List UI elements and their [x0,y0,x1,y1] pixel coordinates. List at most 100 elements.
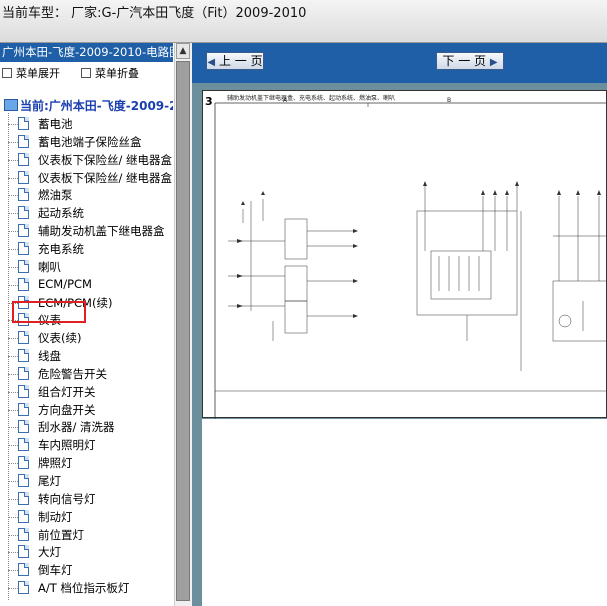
tree-item[interactable]: 倒车灯 [0,561,173,579]
tree-connector [8,445,18,447]
tree-item-label: 线盘 [38,349,61,364]
tree-item[interactable]: A/T 档位指示板灯 [0,579,173,597]
tree-item-label: 仪表板下保险丝/ 继电器盒(2) [38,170,173,185]
tree-connector [8,124,18,125]
tree-item[interactable]: 危险警告开关 [0,365,173,383]
tree-root-label: 当前:广州本田-飞度-2009-2010 [20,99,173,113]
tree-connector [8,391,18,393]
tree-item[interactable]: 起动系统 [0,204,173,222]
wiring-diagram-sheet: 3 辅助发动机盖下继电器盒、充电系统、起动系统、燃油泵、喇叭 A B [202,90,607,419]
wiring-diagram-graphic [214,102,607,419]
tree-item-label: 辅助发动机盖下继电器盒 [38,224,165,239]
scroll-thumb[interactable] [176,61,190,601]
document-icon [18,456,29,470]
tree-item[interactable]: 大灯 [0,543,173,561]
tree-connector [8,141,18,143]
tree-item-label: 车内照明灯 [38,438,96,453]
tree-connector [8,266,18,268]
document-icon [18,170,29,184]
tree-connector [8,481,18,482]
tree-connector [8,534,18,536]
tree-item-label: 刮水器/ 清洗器 [38,420,115,435]
tree-item[interactable]: 蓄电池 [0,115,173,133]
tree-item[interactable]: 仪表板下保险丝/ 继电器盒(1) [0,151,173,169]
document-icon [18,563,29,577]
tree-connector [8,516,18,518]
document-icon [18,134,29,148]
document-icon [18,402,29,416]
document-icon [18,384,29,398]
tree-root[interactable]: 当前:广州本田-飞度-2009-2010 [4,97,173,114]
tree-item-label: 危险警告开关 [38,366,107,381]
diagram-viewer: ◀ 上 一 页 下 一 页 ▶ 3 辅助发动机盖下继电器盒、充电系统、起动系统、… [192,43,607,606]
document-icon [18,509,29,523]
tree-connector [8,356,18,358]
tree-item[interactable]: 充电系统 [0,240,173,258]
tree-item-label: 制动灯 [38,509,73,524]
tree-item-label: 仪表(续) [38,331,82,346]
vehicle-title: 当前车型： 厂家:G-广汽本田飞度（Fit）2009-2010 [2,6,307,21]
document-icon [18,152,29,166]
document-icon [18,188,29,202]
tree-item[interactable]: 蓄电池端子保险丝盒 [0,133,173,151]
tree-item-label: 蓄电池 [38,117,73,131]
tree-item[interactable]: 转向信号灯 [0,490,173,508]
tree-item[interactable]: 牌照灯 [0,454,173,472]
tree-item[interactable]: 制动灯 [0,508,173,526]
tree-item[interactable]: 组合灯开关 [0,383,173,401]
next-page-button[interactable]: 下 一 页 ▶ [436,52,504,70]
tree-item[interactable]: ECM/PCM [0,276,173,294]
tree-item[interactable]: 辅助发动机盖下继电器盒 [0,222,173,240]
tree-item[interactable]: 前位置灯 [0,526,173,544]
tree-item[interactable]: 车内照明灯 [0,436,173,454]
tree-item-label: 方向盘开关 [38,402,96,417]
document-icon [18,545,29,559]
tree-connector [8,159,18,161]
document-icon [18,224,29,238]
scroll-up-arrow-icon[interactable]: ▲ [176,43,190,59]
tree-connector [8,427,18,429]
tree-item[interactable]: 方向盘开关 [0,401,173,419]
document-icon [18,241,29,255]
tree-item-label: 起动系统 [38,206,84,221]
tree-item[interactable]: 仪表板下保险丝/ 继电器盒(2) [0,169,173,187]
tree-connector [8,409,18,411]
tree-item[interactable]: 燃油泵 [0,186,173,204]
document-icon [18,491,29,505]
expand-all-link[interactable]: 菜单展开 [16,67,60,80]
document-icon [18,581,29,595]
tree-item[interactable]: 喇叭 [0,258,173,276]
tree-item-label: 燃油泵 [38,188,73,203]
document-icon [18,331,29,345]
collapse-icon[interactable] [81,68,91,78]
tree-item[interactable]: 刮水器/ 清洗器 [0,418,173,436]
tree-item[interactable]: 尾灯 [0,472,173,490]
tree-scrollbar[interactable]: ▲ [174,43,192,606]
document-icon [18,206,29,220]
viewer-toolbar: ◀ 上 一 页 下 一 页 ▶ [192,43,607,83]
arrow-right-icon: ▶ [489,57,498,68]
tree-item-label: ECM/PCM [38,276,92,291]
tree-item-label: 大灯 [38,545,61,560]
prev-page-button[interactable]: ◀ 上 一 页 [206,52,264,70]
tree-item-label: 前位置灯 [38,527,84,542]
tree-item-label: 蓄电池端子保险丝盒 [38,134,142,149]
expand-icon[interactable] [2,68,12,78]
tree-item-label: 仪表板下保险丝/ 继电器盒(1) [38,152,173,167]
collapse-all-link[interactable]: 菜单折叠 [95,67,139,80]
tree-item-label: 牌照灯 [38,456,73,471]
document-icon [18,259,29,273]
document-icon [18,366,29,380]
tree-item-label: 组合灯开关 [38,384,96,399]
tree-connector [8,570,18,572]
tree-connector [8,248,18,250]
tree-connector [8,373,18,375]
tree-item-label: 转向信号灯 [38,491,96,506]
tree-item[interactable]: 线盘 [0,347,173,365]
tree-panel: 广州本田-飞度-2009-2010-电路图 菜单展开 菜单折叠 当前:广州本田-… [0,43,173,606]
tree-item-label: 尾灯 [38,474,61,488]
tree-item[interactable]: 仪表(续) [0,329,173,347]
tree-item-label: 喇叭 [38,259,61,274]
tree-item-label: 充电系统 [38,241,84,256]
document-icon [18,474,29,487]
